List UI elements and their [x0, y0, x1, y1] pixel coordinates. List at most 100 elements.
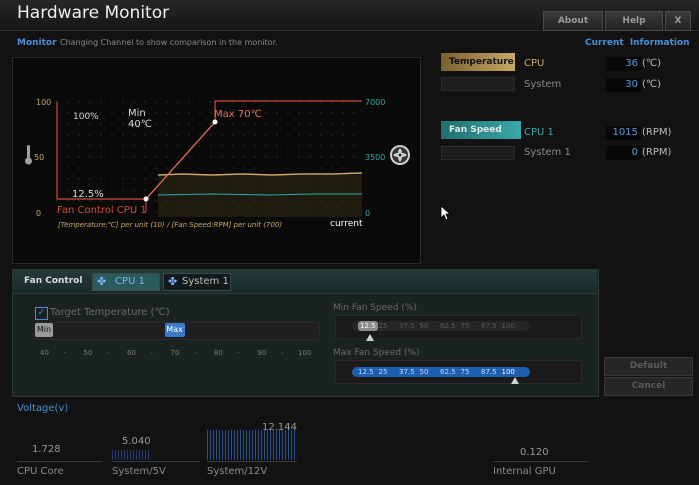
- grid-dot: [78, 123, 80, 125]
- grid-dot: [221, 123, 223, 125]
- grid-dot: [67, 156, 69, 158]
- grid-dot: [331, 123, 333, 125]
- grid-dot: [276, 112, 278, 114]
- cpu-core-label: CPU Core: [17, 466, 64, 477]
- grid-dot: [67, 145, 69, 147]
- tab-cpu-1[interactable]: ✤ CPU 1: [92, 273, 160, 291]
- temperature-history-line: [157, 172, 363, 176]
- grid-dot: [166, 112, 168, 114]
- grid-dot: [276, 145, 278, 147]
- grid-dot: [67, 200, 69, 202]
- right-axis-bottom: 0: [365, 209, 370, 218]
- left-axis-bottom: 0: [36, 209, 41, 218]
- monitor-chart: 100 50 0 7000 3500 0 100% Min 40℃ Max 70…: [25, 98, 410, 229]
- chart-max-label: Max 70℃: [214, 109, 262, 120]
- fan-speed-bar: [441, 146, 515, 160]
- tab-system-1-label: System 1: [182, 276, 229, 287]
- help-button[interactable]: Help: [605, 11, 663, 31]
- grid-dot: [353, 134, 355, 136]
- grid-dot: [342, 134, 344, 136]
- grid-dot: [199, 101, 201, 103]
- max-temp-thumb[interactable]: Max: [164, 323, 185, 337]
- grid-dot: [122, 178, 124, 180]
- grid-dot: [133, 200, 135, 202]
- temperature-scale-tick: ·: [281, 349, 284, 357]
- grid-dot: [166, 156, 168, 158]
- min-fan-speed-thumb[interactable]: [366, 334, 374, 341]
- min-temp-thumb[interactable]: Min: [35, 323, 53, 337]
- grid-dot: [254, 156, 256, 158]
- grid-dot: [188, 156, 190, 158]
- grid-dot: [188, 145, 190, 147]
- left-axis-mid: 50: [34, 153, 44, 162]
- grid-dot: [155, 211, 157, 213]
- grid-dot: [100, 167, 102, 169]
- grid-dot: [221, 145, 223, 147]
- grid-dot: [155, 112, 157, 114]
- grid-dot: [144, 167, 146, 169]
- grid-dot: [133, 156, 135, 158]
- close-button[interactable]: X: [665, 11, 691, 31]
- grid-dot: [221, 134, 223, 136]
- grid-dot: [353, 123, 355, 125]
- grid-dot: [320, 134, 322, 136]
- grid-dot: [320, 156, 322, 158]
- chart-pct-top: 100%: [73, 112, 99, 122]
- mouse-cursor-icon: [440, 205, 452, 221]
- grid-dot: [67, 112, 69, 114]
- grid-dot: [144, 134, 146, 136]
- grid-dot: [133, 145, 135, 147]
- grid-dot: [177, 134, 179, 136]
- grid-dot: [78, 134, 80, 136]
- grid-dot: [122, 145, 124, 147]
- temperature-scale-label: 80: [214, 349, 223, 357]
- grid-dot: [309, 145, 311, 147]
- grid-dot: [155, 123, 157, 125]
- grid-dot: [166, 101, 168, 103]
- grid-dot: [111, 156, 113, 158]
- about-button[interactable]: About: [543, 11, 603, 31]
- internal-gpu-label: Internal GPU: [493, 466, 556, 477]
- grid-dot: [89, 123, 91, 125]
- grid-dot: [232, 123, 234, 125]
- grid-dot: [243, 123, 245, 125]
- temp-system-label: System: [524, 79, 562, 90]
- temperature-scale-tick: ·: [150, 349, 153, 357]
- grid-dot: [100, 123, 102, 125]
- grid-dot: [188, 123, 190, 125]
- default-button[interactable]: Default: [604, 357, 693, 376]
- grid-dot: [155, 101, 157, 103]
- fan-speed-area: [158, 175, 362, 217]
- grid-dot: [265, 145, 267, 147]
- grid-dot: [243, 167, 245, 169]
- fan-tab-icon: ✤: [168, 275, 178, 288]
- system-5v-value: 5.040: [122, 436, 151, 447]
- grid-dot: [89, 167, 91, 169]
- fan-speed-scale-label: 12.5: [358, 368, 374, 376]
- grid-dot: [155, 134, 157, 136]
- temperature-tag: Temperature: [441, 53, 515, 71]
- grid-dot: [111, 101, 113, 103]
- fan-speed-scale-label: 37.5: [399, 368, 415, 376]
- max-fan-speed-label: Max Fan Speed (%): [333, 348, 420, 358]
- grid-dot: [67, 134, 69, 136]
- grid-dot: [243, 156, 245, 158]
- grid-dot: [298, 112, 300, 114]
- target-temperature-checkbox[interactable]: ✓: [35, 307, 48, 320]
- fan-speed-scale-label: 87.5: [481, 322, 497, 330]
- fan-speed-scale-label: 62.5: [440, 322, 456, 330]
- fan-speed-scale-label: 75: [460, 368, 470, 376]
- min-fan-speed-scale: 12.5 25 37.5 50 62.5 75 87.5 100: [352, 321, 530, 331]
- grid-dot: [78, 178, 80, 180]
- tab-system-1[interactable]: ✤ System 1: [163, 273, 231, 291]
- grid-dot: [353, 112, 355, 114]
- grid-dot: [177, 101, 179, 103]
- max-fan-speed-thumb[interactable]: [511, 377, 519, 384]
- cancel-button[interactable]: Cancel: [604, 377, 693, 396]
- grid-dot: [342, 156, 344, 158]
- grid-dot: [287, 123, 289, 125]
- fan-control-label: Fan Control: [24, 276, 83, 286]
- grid-dot: [287, 145, 289, 147]
- grid-dot: [309, 156, 311, 158]
- grid-dot: [133, 101, 135, 103]
